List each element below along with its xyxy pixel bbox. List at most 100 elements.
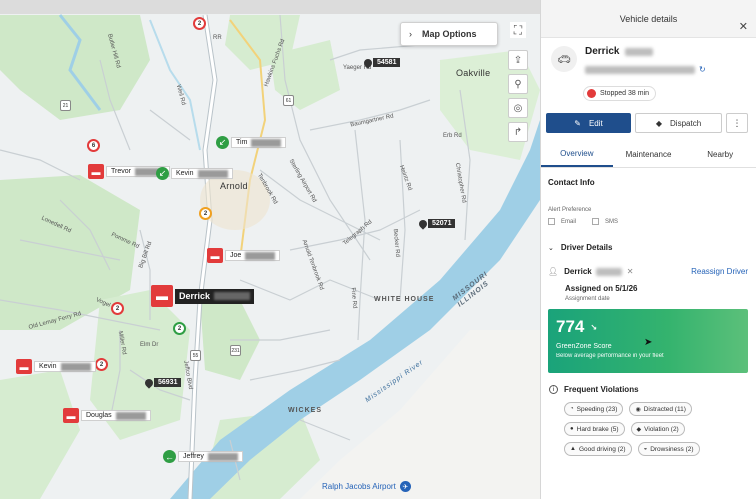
info-icon[interactable]: i <box>549 385 558 394</box>
drowsy-icon: ◒ <box>643 446 648 452</box>
location-pin[interactable]: 54581 <box>362 56 401 69</box>
route-shield: 55 <box>190 350 201 361</box>
score-subtitle: Below average performance in your fleet <box>556 353 664 359</box>
car-icon: 🚗︎ <box>551 46 577 72</box>
violation-chips: ◔ Speeding (23) ◉ Distracted (11) ● Hard brak… <box>541 394 751 456</box>
vehicle-label: Kevin <box>176 169 194 177</box>
map-options-button[interactable]: › Map Options <box>400 22 498 46</box>
pin-drop-icon[interactable]: ⚲ <box>508 74 528 94</box>
action-buttons: ✎ Edit ◆ Dispatch ⋮ <box>541 103 756 133</box>
status-dot <box>587 89 596 98</box>
refresh-icon[interactable]: ↻ <box>699 65 706 74</box>
violation-chip[interactable]: ◒ Drowsiness (2) <box>637 442 700 456</box>
status-badge: Stopped 38 min <box>583 86 657 101</box>
brake-icon: ● <box>570 426 574 432</box>
vehicle-marker-jeffrey[interactable]: ← Jeffrey <box>163 450 243 463</box>
violation-label: Drowsiness (2) <box>650 445 694 453</box>
place-label-wickes: WICKES <box>288 407 322 414</box>
vehicle-marker-tim[interactable]: ↙ Tim <box>216 136 287 149</box>
alert-preference-label: Alert Preference <box>548 207 592 213</box>
driver-details-toggle[interactable]: ⌄ Driver Details <box>541 225 756 252</box>
map-options-label: Map Options <box>422 29 477 39</box>
tab-maintenance[interactable]: Maintenance <box>613 141 685 167</box>
route-shield: 231 <box>230 345 241 356</box>
road-label: RR <box>213 35 222 41</box>
status-text: Stopped 38 min <box>600 90 650 97</box>
vehicle-cluster[interactable]: 6 <box>87 139 100 152</box>
violation-chip[interactable]: ◔ Speeding (23) <box>564 402 624 416</box>
reassign-driver-link[interactable]: Reassign Driver <box>691 267 748 276</box>
vehicle-label: Joe <box>230 251 242 259</box>
driver-row: 👤︎ Derrick ✕ Reassign Driver <box>541 252 756 276</box>
pin-label: 52071 <box>428 219 456 228</box>
route-shield: 21 <box>60 100 71 111</box>
airport-name: Ralph Jacobs Airport <box>322 482 396 491</box>
violation-label: Good driving (2) <box>578 445 626 453</box>
trend-icon: ↘ <box>590 322 598 332</box>
panel-title: Vehicle details <box>619 13 678 24</box>
email-checkbox[interactable]: Email <box>548 218 576 225</box>
more-options-button[interactable]: ⋮ <box>726 113 748 133</box>
airport-icon: ✈ <box>399 481 411 492</box>
vehicle-cluster[interactable]: 2 <box>111 302 124 315</box>
airport-label[interactable]: Ralph Jacobs Airport ✈ <box>322 481 411 492</box>
vehicle-marker-joe[interactable]: ▬ Joe <box>207 248 281 263</box>
panel-tabs: Overview Maintenance Nearby <box>541 141 756 168</box>
violation-label: Speeding (23) <box>576 405 618 413</box>
vehicle-summary: 🚗︎ Derrick ↻ <box>541 38 756 74</box>
moving-arrow-icon: ← <box>163 450 176 463</box>
upload-icon[interactable]: ⇪ <box>508 50 528 70</box>
fullscreen-button[interactable]: ⛶ <box>510 22 526 38</box>
tab-overview[interactable]: Overview <box>541 141 613 167</box>
place-label-white-house: WHITE HOUSE <box>374 296 435 303</box>
vehicle-marker-kevin[interactable]: ▬ Kevin <box>16 359 96 374</box>
dispatch-button[interactable]: ◆ Dispatch <box>635 113 722 133</box>
fleet-map[interactable]: Arnold Oakville WHITE HOUSE WICKES MISSO… <box>0 0 540 499</box>
truck-icon: ▬ <box>16 359 32 374</box>
chevron-down-icon: ⌄ <box>548 244 554 252</box>
thumbs-up-icon: ▲ <box>570 446 576 452</box>
vehicle-cluster[interactable]: 2 <box>193 17 206 30</box>
vehicle-label: Derrick <box>179 291 211 301</box>
vehicle-cluster[interactable]: 2 <box>173 322 186 335</box>
alert-options: Email SMS <box>541 213 756 225</box>
violation-chip[interactable]: ◉ Distracted (11) <box>629 402 692 416</box>
truck-icon: ▬ <box>151 285 173 307</box>
location-pin[interactable]: 52071 <box>417 217 456 230</box>
vehicle-cluster[interactable]: 2 <box>199 207 212 220</box>
locate-icon[interactable]: ◎ <box>508 98 528 118</box>
vehicle-label: Trevor <box>111 167 131 175</box>
close-icon[interactable]: ✕ <box>739 20 748 33</box>
frequent-violations-title: Frequent Violations <box>564 385 639 394</box>
location-pin[interactable]: 56931 <box>143 376 182 389</box>
vehicle-marker-douglas[interactable]: ▬ Douglas <box>63 408 151 423</box>
violation-chip[interactable]: ◆ Violation (2) <box>630 422 685 436</box>
road-label: Erb Rd <box>443 133 462 139</box>
remove-driver-icon[interactable]: ✕ <box>627 267 634 276</box>
contact-info-title: Contact Info <box>548 178 595 187</box>
violation-label: Distracted (11) <box>643 405 686 413</box>
turn-arrow-icon[interactable]: ↱ <box>508 122 528 142</box>
vehicle-label: Kevin <box>39 362 57 370</box>
chevron-right-icon: › <box>409 29 412 39</box>
violation-chip[interactable]: ▲ Good driving (2) <box>564 442 632 456</box>
violation-label: Hard brake (5) <box>576 425 619 433</box>
violation-chip[interactable]: ● Hard brake (5) <box>564 422 625 436</box>
tab-nearby[interactable]: Nearby <box>684 141 756 167</box>
road-label: Elm Dr <box>140 342 159 348</box>
pin-icon <box>362 56 374 69</box>
vehicle-cluster[interactable]: 2 <box>95 358 108 371</box>
vehicle-label: Jeffrey <box>183 452 204 460</box>
sms-checkbox[interactable]: SMS <box>592 218 618 225</box>
vehicle-marker-derrick[interactable]: ▬ Derrick <box>151 285 255 307</box>
edit-button[interactable]: ✎ Edit <box>546 113 631 133</box>
person-icon: 👤︎ <box>548 267 559 276</box>
pin-icon <box>143 376 155 389</box>
vehicle-marker-kevin[interactable]: ↙ Kevin <box>156 167 233 180</box>
greenzone-score-card[interactable]: 774 ↘ GreenZone Score Below average perf… <box>548 309 748 373</box>
truck-icon: ▬ <box>207 248 223 263</box>
map-top-strip <box>0 0 540 14</box>
driver-details-title: Driver Details <box>560 243 613 252</box>
frequent-violations-header: i Frequent Violations <box>541 373 756 394</box>
moving-arrow-icon: ↙ <box>216 136 229 149</box>
